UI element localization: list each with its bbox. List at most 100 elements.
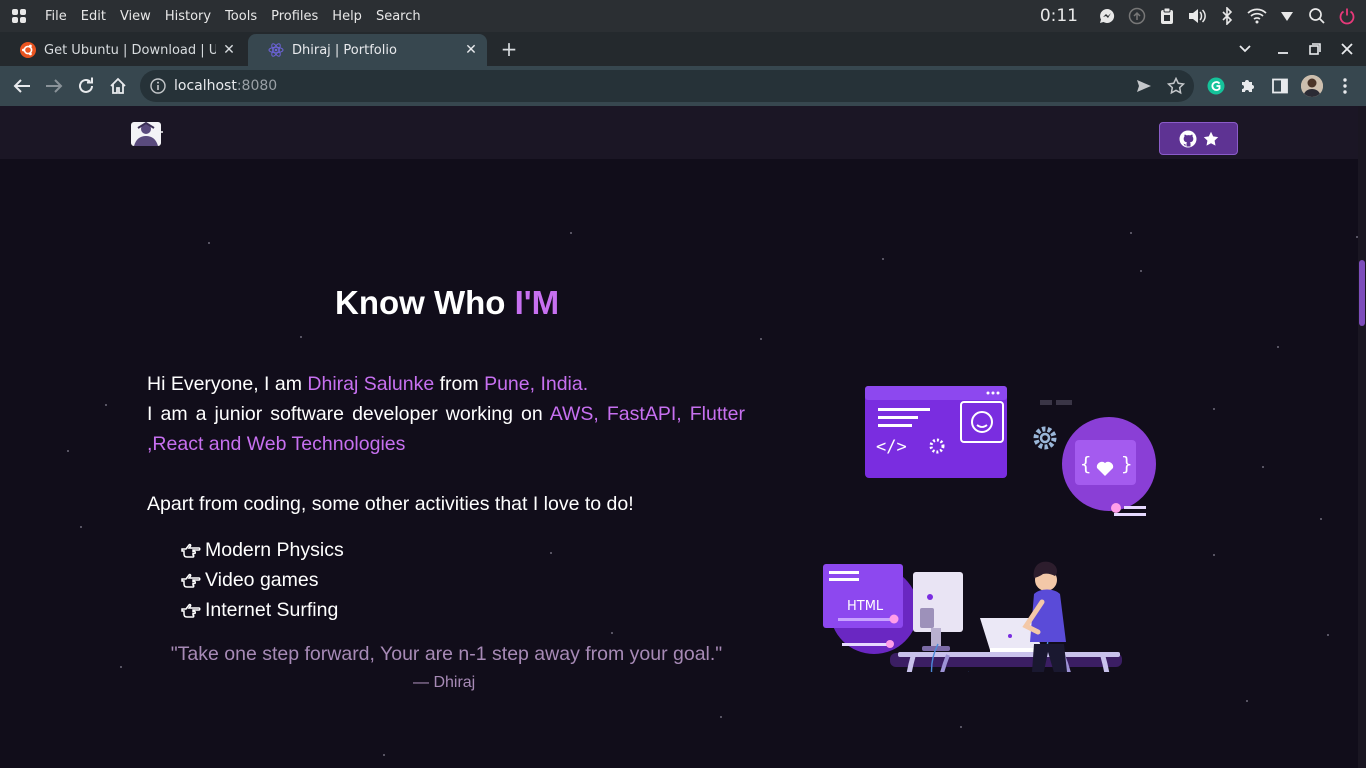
dropdown-icon[interactable] <box>1272 0 1302 32</box>
menu-view[interactable]: View <box>113 9 158 24</box>
search-icon[interactable] <box>1302 0 1332 32</box>
background-star <box>1213 408 1215 410</box>
reload-icon[interactable] <box>72 72 100 100</box>
github-star-button[interactable] <box>1159 122 1238 155</box>
intro-text-1: Hi Everyone, I am <box>147 373 308 395</box>
background-star <box>80 526 82 528</box>
volume-icon[interactable] <box>1182 0 1212 32</box>
background-star <box>105 404 107 406</box>
new-tab-button[interactable]: + <box>498 39 520 61</box>
site-info-icon[interactable] <box>150 78 166 94</box>
github-icon <box>1179 130 1196 147</box>
intro-text-3: I am a junior software developer working… <box>147 403 550 425</box>
url-port: :8080 <box>236 78 278 94</box>
tab-dhiraj-portfolio[interactable]: Dhiraj | Portfolio ✕ <box>248 34 487 66</box>
menu-profiles[interactable]: Profiles <box>264 9 325 24</box>
background-star <box>960 726 962 728</box>
background-star <box>383 754 385 756</box>
avatar[interactable] <box>1301 75 1323 97</box>
bookmark-star-icon[interactable] <box>1162 72 1190 100</box>
background-star <box>882 258 884 260</box>
pointing-hand-icon <box>181 543 201 558</box>
update-icon[interactable] <box>1122 0 1152 32</box>
send-icon[interactable] <box>1130 72 1158 100</box>
home-icon[interactable] <box>104 72 132 100</box>
site-logo[interactable] <box>130 120 164 148</box>
close-tab-icon[interactable]: ✕ <box>463 42 479 58</box>
messenger-icon[interactable] <box>1092 0 1122 32</box>
url-text: localhost:8080 <box>174 78 277 94</box>
page-title: Know Who I'M <box>335 284 559 322</box>
background-star <box>611 632 613 634</box>
tab-search-icon[interactable] <box>1229 32 1261 66</box>
os-top-bar: File Edit View History Tools Profiles He… <box>0 0 1366 32</box>
close-window-icon[interactable] <box>1331 32 1363 66</box>
extensions-icon[interactable] <box>1234 72 1262 100</box>
tab-title: Dhiraj | Portfolio <box>292 42 397 58</box>
background-star <box>67 450 69 452</box>
tab-title: Get Ubuntu | Download | Ubuntu <box>44 42 216 58</box>
background-star <box>120 666 122 668</box>
quote-text: "Take one step forward, Your are n-1 ste… <box>170 643 723 665</box>
menu-edit[interactable]: Edit <box>74 9 113 24</box>
background-star <box>550 552 552 554</box>
portfolio-page: Know Who I'M Hi Everyone, I am Dhiraj Sa… <box>0 106 1358 768</box>
background-star <box>1320 518 1322 520</box>
app-menu: File Edit View History Tools Profiles He… <box>38 9 428 24</box>
list-item: Video games <box>180 565 344 595</box>
close-tab-icon[interactable]: ✕ <box>221 42 237 58</box>
browser-menu-icon[interactable] <box>1331 72 1359 100</box>
activity-label: Modern Physics <box>205 539 344 561</box>
menu-search[interactable]: Search <box>369 9 428 24</box>
side-panel-icon[interactable] <box>1266 72 1294 100</box>
svg-text:HTML: HTML <box>847 599 884 614</box>
quote-author: — Dhiraj <box>413 674 476 691</box>
clipboard-icon[interactable] <box>1152 0 1182 32</box>
background-star <box>1246 700 1248 702</box>
list-item: Internet Surfing <box>180 595 344 625</box>
activity-label: Internet Surfing <box>205 599 339 621</box>
menu-history[interactable]: History <box>158 9 218 24</box>
background-star <box>1262 466 1264 468</box>
clock[interactable]: 0:11 <box>1040 6 1078 26</box>
background-star <box>1140 270 1142 272</box>
background-star <box>570 232 572 234</box>
browser-toolbar: localhost:8080 <box>0 66 1366 106</box>
background-star <box>1130 232 1132 234</box>
background-star <box>1327 634 1329 636</box>
forward-icon[interactable] <box>40 72 68 100</box>
url-host: localhost <box>174 78 237 94</box>
minimize-icon[interactable] <box>1267 32 1299 66</box>
background-star <box>300 336 302 338</box>
activities-intro: Apart from coding, some other activities… <box>147 493 634 515</box>
background-star <box>1277 346 1279 348</box>
address-bar[interactable]: localhost:8080 <box>140 70 1194 102</box>
app-launcher-icon[interactable] <box>0 0 38 32</box>
intro-paragraph: Hi Everyone, I am Dhiraj Salunke from Pu… <box>147 369 745 459</box>
menu-tools[interactable]: Tools <box>218 9 264 24</box>
intro-name: Dhiraj Salunke <box>307 373 435 395</box>
back-icon[interactable] <box>8 72 36 100</box>
menu-file[interactable]: File <box>38 9 74 24</box>
grammarly-icon[interactable] <box>1202 72 1230 100</box>
tab-strip: Get Ubuntu | Download | Ubuntu ✕ Dhiraj … <box>0 32 1366 66</box>
svg-text:{: { <box>1080 453 1091 475</box>
power-icon[interactable] <box>1332 0 1362 32</box>
activity-label: Video games <box>205 569 319 591</box>
background-star <box>760 338 762 340</box>
page-scrollbar[interactable] <box>1358 106 1366 768</box>
scrollbar-thumb[interactable] <box>1359 260 1365 326</box>
heading-prefix: Know Who <box>335 284 515 321</box>
pointing-hand-icon <box>181 573 201 588</box>
bluetooth-icon[interactable] <box>1212 0 1242 32</box>
menu-help[interactable]: Help <box>325 9 369 24</box>
star-icon <box>1203 131 1218 146</box>
restore-icon[interactable] <box>1299 32 1331 66</box>
svg-text:</>: </> <box>876 437 907 457</box>
intro-place: Pune, India. <box>484 373 589 395</box>
pointing-hand-icon <box>181 603 201 618</box>
activities-list: Modern Physics Video games Internet Surf… <box>180 535 344 625</box>
tab-get-ubuntu[interactable]: Get Ubuntu | Download | Ubuntu ✕ <box>0 34 245 66</box>
wifi-icon[interactable] <box>1242 0 1272 32</box>
background-star <box>720 716 722 718</box>
